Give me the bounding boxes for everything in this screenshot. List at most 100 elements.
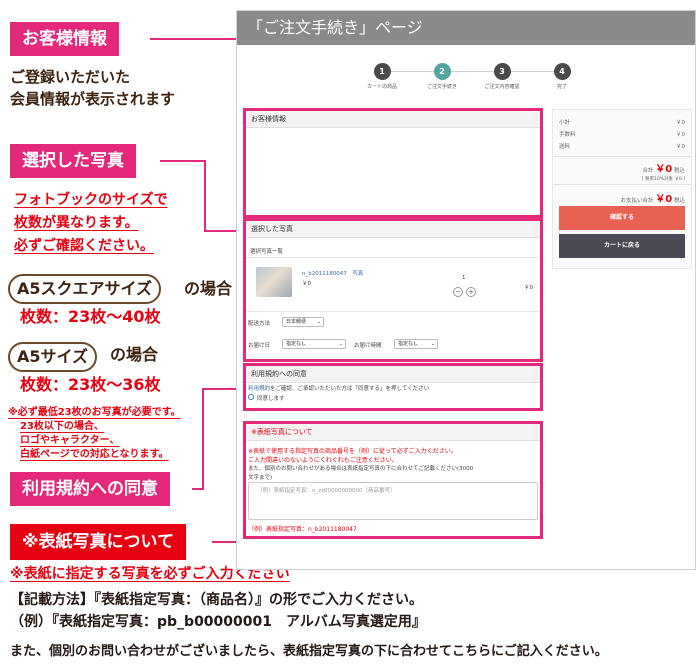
subtotal-row: 小計 ￥0 <box>559 118 685 126</box>
step-2: 2 ご注文手続き <box>417 63 467 90</box>
subtotal-label: 小計 <box>559 120 571 126</box>
photo-desc-3: 必ずご確認ください。 <box>14 238 154 254</box>
step-3: 3 ご注文内容確認 <box>477 63 527 90</box>
fee-row: 手数料 ￥0 <box>559 130 685 138</box>
delivery-method-select[interactable]: 日本郵便 ⌄ <box>282 317 324 327</box>
note-2: 23枚以下の場合、 <box>20 421 104 432</box>
cover-line-1: ※表紙で使用する指定写真の商品番号を（例）に従って必ずご入力ください。 <box>248 448 457 455</box>
pay-value: ￥0 <box>655 194 673 205</box>
chevron-down-icon: ⌄ <box>316 319 321 325</box>
minus-icon[interactable]: − <box>453 287 463 297</box>
terms-title: 利用規約への同意 <box>246 366 540 383</box>
delivery-date-label: お届け日 <box>248 343 271 349</box>
customer-desc-1: ご登録いただいた <box>10 68 131 86</box>
divider <box>246 257 540 258</box>
divider <box>553 156 691 157</box>
terms-box: 利用規約への同意 利用規約をご確認、ご承認いただいた方は「同意する」を押してくだ… <box>243 363 543 411</box>
tax-note: [ 税率10%対象 ￥0 ] <box>641 177 685 182</box>
fee-label: 手数料 <box>559 132 576 138</box>
shipping-value: ￥0 <box>676 144 685 150</box>
cover-line-2: ご入力間違いのないようにくれぐれもご注意ください。 <box>248 457 398 464</box>
terms-label: 利用規約への同意 <box>10 472 170 506</box>
chevron-down-icon: ⌄ <box>338 341 343 347</box>
cover-line-4: 文字まで) <box>248 475 273 481</box>
terms-text: 利用規約をご確認、ご承認いただいた方は「同意する」を押してください <box>248 384 429 392</box>
contact-text: また、個別のお問い合わせがございましたら、表紙指定写真の下に合わせてこちらにご記… <box>10 644 608 659</box>
screenshot-header: 「ご注文手続き」ページ <box>237 11 695 45</box>
delivery-time-select[interactable]: 指定なし ⌄ <box>394 339 438 349</box>
step-4-dot: 4 <box>553 63 571 80</box>
back-to-cart-button[interactable]: カートに戻る <box>559 234 685 258</box>
agree-label: 同意します <box>257 396 285 402</box>
divider <box>246 311 540 312</box>
cover-textarea[interactable]: （例）表紙指定写真：n_zs00000000000（商品番号） <box>248 482 538 520</box>
shipping-label: 送料 <box>559 144 571 150</box>
step-3-label: ご注文内容確認 <box>484 84 520 90</box>
item-name[interactable]: n_b2011180047 写真 <box>302 269 363 277</box>
cover-photo-box: ※表紙写真について ※表紙で使用する指定写真の商品番号を（例）に従って必ずご入力… <box>243 421 543 539</box>
agree-radio[interactable] <box>248 394 254 400</box>
subtotal-value: ￥0 <box>676 120 685 126</box>
example-text: （例）『表紙指定写真：pb_b00000001 アルバム写真選定用』 <box>10 614 426 630</box>
photo-desc-2: 枚数が異なります。 <box>14 215 139 231</box>
step-1: 1 カートの商品 <box>357 63 407 90</box>
step-line <box>382 71 562 72</box>
order-summary: 小計 ￥0 手数料 ￥0 送料 ￥0 合計 ￥0 税込 [ 税率10%対象 ￥0 ] … <box>552 109 692 269</box>
photo-thumbnail[interactable] <box>256 267 292 297</box>
note-1: ※必ず最低23枚のお写真が必要です。 <box>8 407 181 418</box>
step-4-label: 完了 <box>556 84 567 90</box>
pay-label: お支払い合計 <box>620 198 654 204</box>
selected-photos-label: 選択した写真 <box>10 144 136 178</box>
a5-square-count: 枚数：23枚〜40枚 <box>20 307 161 326</box>
total-tax: 税込 <box>673 168 685 174</box>
delivery-method-value: 日本郵便 <box>286 319 307 325</box>
shipping-row: 送料 ￥0 <box>559 142 685 150</box>
cover-photo-label: ※表紙写真について <box>10 524 187 560</box>
note-3: ロゴやキャラクター、 <box>20 435 120 446</box>
connector-customer <box>150 38 245 40</box>
cover-photo-title: ※表紙写真について <box>246 424 540 441</box>
pay-tax: 税込 <box>673 198 685 204</box>
step-4: 4 完了 <box>537 63 587 90</box>
cover-placeholder: （例）表紙指定写真：n_zs00000000000（商品番号） <box>257 488 396 494</box>
selected-photos-title: 選択した写真 <box>246 221 540 238</box>
step-1-label: カートの商品 <box>366 84 397 90</box>
photo-desc-1: フォトブックのサイズで <box>14 192 168 208</box>
step-2-label: ご注文手続き <box>426 84 457 90</box>
a5-count: 枚数：23枚〜36枚 <box>20 375 161 394</box>
terms-link[interactable]: 利用規約 <box>248 386 270 392</box>
delivery-date-select[interactable]: 指定なし ⌄ <box>282 339 346 349</box>
item-price: ￥0 <box>302 281 311 287</box>
terms-body: をご確認、ご承認いただいた方は「同意する」を押してください <box>270 386 430 392</box>
plus-icon[interactable]: + <box>466 287 476 297</box>
a5-pill: A5サイズ <box>8 342 98 372</box>
item-total: ￥0 <box>524 285 533 291</box>
note-4: 白紙ページでの対応となります。 <box>20 449 169 460</box>
step-indicator: 1 カートの商品 2 ご注文手続き 3 ご注文内容確認 4 完了 <box>357 63 587 99</box>
connector-photos <box>160 160 206 162</box>
customer-info-title: お客様情報 <box>246 111 540 128</box>
cover-line-3: また、個別のお問い合わせがある場合は表紙指定写真の下に合わせてご記載ください(3… <box>248 466 474 472</box>
method-text: 【記載方法】『表紙指定写真：（商品名）』の形でご入力ください。 <box>10 592 423 608</box>
customer-info-label: お客様情報 <box>10 22 119 56</box>
divider <box>553 184 691 185</box>
a5-suffix: の場合 <box>110 345 159 364</box>
delivery-time-label: お届け時間 <box>354 343 382 349</box>
pay-row: お支払い合計 ￥0 税込 <box>559 190 686 205</box>
a5-square-suffix: の場合 <box>184 279 233 298</box>
a5-square-pill: A5スクエアサイズ <box>8 274 162 304</box>
customer-info-box: お客様情報 <box>243 108 543 218</box>
total-row: 合計 ￥0 税込 <box>559 160 686 175</box>
fee-value: ￥0 <box>676 132 685 138</box>
total-value: ￥0 <box>655 164 673 175</box>
item-qty: 1 <box>462 275 466 281</box>
customer-desc-2: 会員情報が表示されます <box>10 90 176 108</box>
step-3-dot: 3 <box>493 63 511 80</box>
photos-list-label: 選択写真一覧 <box>250 249 284 255</box>
cover-example: （例）表紙指定写真：n_b2011180047 <box>248 526 357 533</box>
connector-terms-v <box>202 388 204 490</box>
connector-photos-v <box>204 160 206 232</box>
confirm-button[interactable]: 確認する <box>559 206 685 230</box>
order-page-screenshot: 「ご注文手続き」ページ 1 カートの商品 2 ご注文手続き 3 ご注文内容確認 … <box>236 10 696 570</box>
step-2-dot: 2 <box>433 63 451 80</box>
